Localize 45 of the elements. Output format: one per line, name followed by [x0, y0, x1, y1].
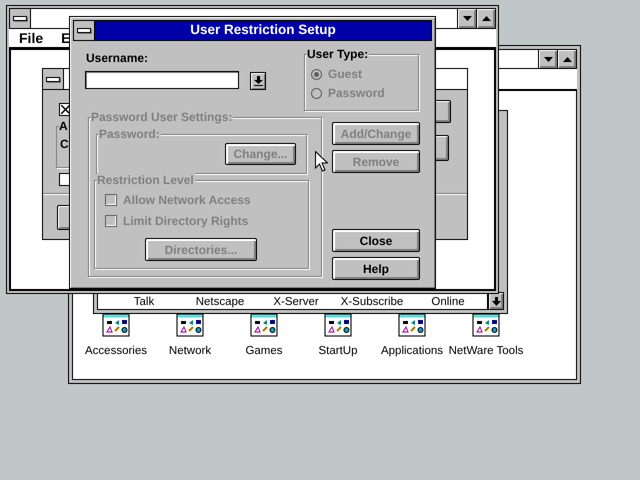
down-arrow-icon — [492, 296, 500, 306]
system-menu-button[interactable] — [43, 69, 64, 89]
group-label: Password User Settings: — [91, 110, 234, 124]
down-arrow-icon — [544, 56, 552, 62]
menu-item[interactable]: File — [19, 30, 44, 46]
program-group-icon[interactable] — [324, 313, 352, 337]
maximize-button[interactable] — [476, 9, 495, 28]
program-group-icon[interactable] — [250, 313, 278, 337]
program-label[interactable]: Online — [410, 296, 486, 308]
option-label: C — [60, 137, 69, 151]
scroll-down-button[interactable] — [488, 292, 504, 310]
group-label: A — [59, 119, 68, 133]
group-label[interactable]: NetWare Tools — [448, 345, 524, 357]
dialog-button[interactable]: Close — [332, 229, 420, 252]
dropdown-button[interactable] — [250, 72, 266, 90]
program-label[interactable]: Talk — [106, 296, 182, 308]
program-group-icon[interactable] — [176, 313, 204, 337]
minimize-button[interactable] — [457, 9, 476, 28]
field-label: Username: — [86, 51, 148, 65]
group-label: Password: — [99, 127, 161, 141]
system-menu-button[interactable] — [10, 9, 31, 28]
group-label[interactable]: Accessories — [85, 345, 147, 357]
minimize-button[interactable] — [538, 50, 557, 68]
group-label[interactable]: Network — [168, 345, 212, 357]
down-arrow-icon — [254, 76, 262, 86]
group-label[interactable]: Applications — [380, 345, 443, 357]
up-arrow-icon — [562, 56, 572, 62]
program-group-icon[interactable] — [102, 313, 130, 337]
down-arrow-icon — [462, 16, 472, 21]
username-field[interactable] — [85, 71, 239, 89]
program-label[interactable]: X-Subscribe — [334, 296, 410, 308]
system-menu-button[interactable] — [74, 21, 95, 40]
program-label[interactable]: X-Server — [258, 296, 334, 308]
dialog-title: User Restriction Setup — [95, 21, 431, 40]
program-group-icon[interactable] — [398, 313, 426, 337]
program-group-icon[interactable] — [472, 313, 500, 337]
maximize-button[interactable] — [557, 50, 576, 68]
group-label: User Type: — [307, 47, 370, 61]
up-arrow-icon — [482, 16, 490, 21]
group-label: Restriction Level — [97, 173, 195, 187]
mouse-cursor-icon — [315, 151, 328, 172]
dialog-button[interactable]: Help — [332, 257, 420, 280]
group-label[interactable]: StartUp — [318, 345, 358, 357]
program-label[interactable]: Netscape — [182, 296, 258, 308]
group-label[interactable]: Games — [245, 345, 283, 357]
